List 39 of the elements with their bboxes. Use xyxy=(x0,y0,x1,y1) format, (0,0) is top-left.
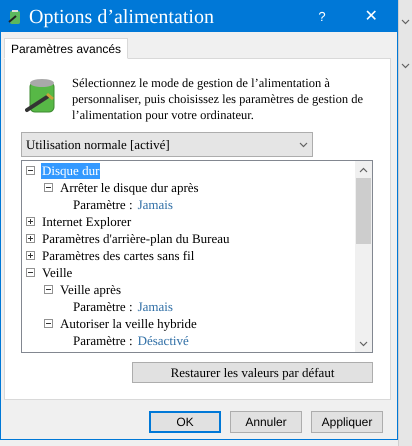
dialog-button[interactable]: Annuler xyxy=(230,411,302,433)
scroll-down-icon xyxy=(359,340,368,346)
expand-icon[interactable] xyxy=(26,217,35,226)
setting-label: Paramètre : xyxy=(73,298,133,316)
collapse-icon[interactable] xyxy=(26,166,35,175)
collapse-icon[interactable] xyxy=(44,319,53,328)
chevron-down-icon xyxy=(299,142,308,148)
dialog-button[interactable]: Appliquer xyxy=(311,411,383,433)
dialog-button[interactable]: OK xyxy=(149,411,221,433)
scroll-up-icon xyxy=(359,166,368,172)
tree-item[interactable]: Internet Explorer xyxy=(41,214,132,230)
plan-dropdown[interactable]: Utilisation normale [activé] xyxy=(21,132,313,157)
tree-item[interactable]: Paramètres d'arrière-plan du Bureau xyxy=(41,230,231,246)
restore-defaults-button[interactable]: Restaurer les valeurs par défaut xyxy=(132,362,373,383)
setting-label: Paramètre : xyxy=(73,332,133,350)
tab[interactable]: Paramètres avancés xyxy=(4,38,128,59)
tree-item[interactable]: Arrêter le disque dur après xyxy=(59,180,200,196)
chevron-down-icon xyxy=(401,63,410,69)
setting-value[interactable]: Jamais xyxy=(138,194,173,214)
chevron-down-icon xyxy=(401,19,410,25)
collapse-icon[interactable] xyxy=(44,285,53,294)
description-text: Sélectionnez le mode de gestion de l’alimentation à personnaliser, puis choisissez les paramètres de gestion de l’alimentation pour votre ordinateur. xyxy=(72,75,364,123)
tree-item[interactable]: Veille xyxy=(41,264,74,280)
tree-item[interactable]: Autoriser la veille hybride xyxy=(59,316,198,332)
collapse-icon[interactable] xyxy=(26,268,35,277)
tree-item[interactable]: Paramètres des cartes sans fil xyxy=(41,248,196,264)
expand-icon[interactable] xyxy=(26,234,35,243)
help-button[interactable]: ? xyxy=(307,2,337,32)
expand-icon[interactable] xyxy=(26,251,35,260)
battery-plug-icon xyxy=(7,8,23,24)
setting-value[interactable]: Désactivé xyxy=(138,330,189,350)
scrollbar[interactable] xyxy=(355,161,372,352)
window-title: Options d’alimentation xyxy=(29,6,215,26)
collapse-icon[interactable] xyxy=(44,183,53,192)
scrollbar-thumb[interactable] xyxy=(356,178,371,244)
close-button[interactable]: ✕ xyxy=(351,2,391,32)
tree-item[interactable]: Veille après xyxy=(59,282,122,298)
setting-value[interactable]: Jamais xyxy=(138,296,173,316)
setting-label: Paramètre : xyxy=(73,196,133,214)
